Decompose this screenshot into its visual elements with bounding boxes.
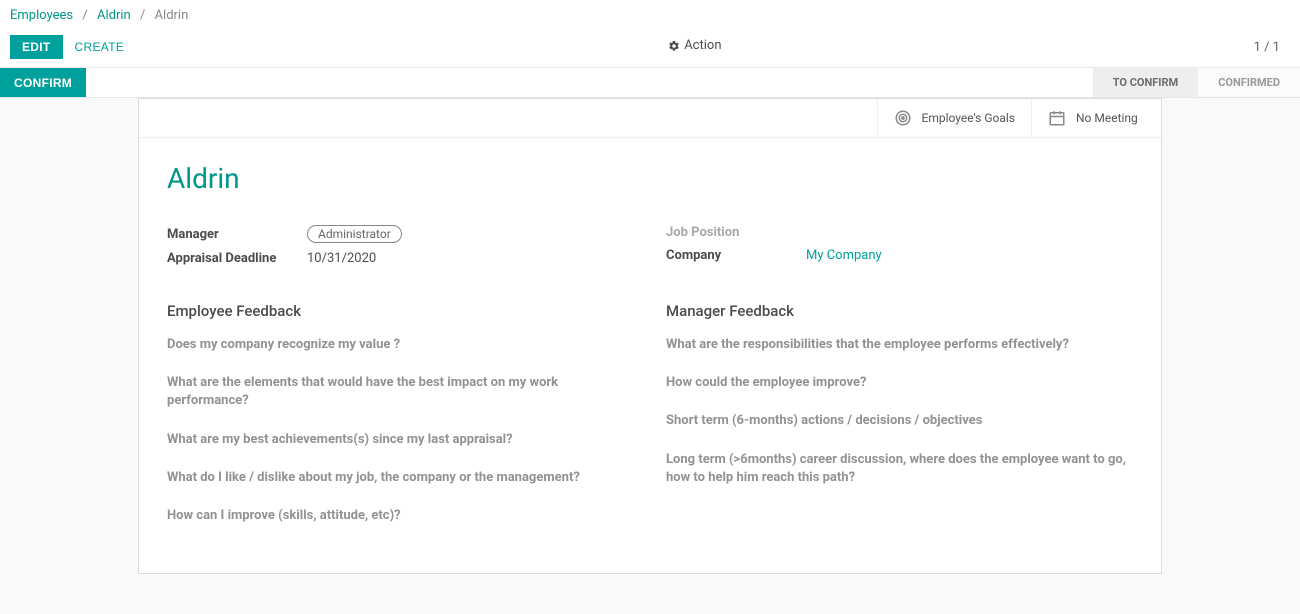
control-bar: EDIT CREATE Action 1 / 1 — [0, 27, 1300, 68]
breadcrumb-current: Aldrin — [155, 8, 189, 23]
employee-feedback-q3: What do I like / dislike about my job, t… — [167, 469, 634, 487]
employee-feedback-q4: How can I improve (skills, attitude, etc… — [167, 507, 634, 525]
deadline-label: Appraisal Deadline — [167, 251, 307, 266]
status-stages: TO CONFIRM CONFIRMED — [1093, 68, 1300, 97]
manager-feedback-col: Manager Feedback What are the responsibi… — [666, 302, 1133, 545]
calendar-icon — [1048, 109, 1066, 127]
stat-label: No Meeting — [1076, 111, 1138, 125]
feedback-row: Employee Feedback Does my company recogn… — [167, 302, 1133, 545]
employee-feedback-q1: What are the elements that would have th… — [167, 374, 634, 410]
create-button[interactable]: CREATE — [63, 35, 137, 59]
record-title: Aldrin — [167, 162, 1133, 195]
deadline-value: 10/31/2020 — [307, 251, 376, 266]
company-label: Company — [666, 248, 806, 263]
status-spacer — [86, 68, 1093, 97]
breadcrumb-separator: / — [140, 8, 145, 23]
confirm-button[interactable]: CONFIRM — [0, 68, 86, 97]
action-center: Action — [136, 38, 1253, 56]
status-bar: CONFIRM TO CONFIRM CONFIRMED — [0, 68, 1300, 98]
button-box: Employee's Goals No Meeting — [139, 99, 1161, 138]
target-icon — [894, 109, 912, 127]
breadcrumb-mid[interactable]: Aldrin — [97, 8, 131, 23]
manager-feedback-q1: How could the employee improve? — [666, 374, 1133, 392]
company-value[interactable]: My Company — [806, 248, 882, 263]
stat-label: Employee's Goals — [922, 111, 1015, 125]
field-group-left: Manager Administrator Appraisal Deadline… — [167, 225, 634, 274]
employee-feedback-q0: Does my company recognize my value ? — [167, 336, 634, 354]
field-deadline: Appraisal Deadline 10/31/2020 — [167, 251, 634, 266]
manager-feedback-title: Manager Feedback — [666, 302, 1133, 320]
field-position: Job Position — [666, 225, 1133, 240]
breadcrumb-root[interactable]: Employees — [10, 8, 73, 23]
position-label: Job Position — [666, 225, 806, 240]
action-dropdown[interactable]: Action — [668, 38, 721, 53]
manager-value[interactable]: Administrator — [307, 225, 402, 243]
sheet-body: Aldrin Manager Administrator Appraisal D… — [139, 138, 1161, 573]
employee-feedback-col: Employee Feedback Does my company recogn… — [167, 302, 634, 545]
breadcrumb-separator: / — [82, 8, 87, 23]
form-sheet: Employee's Goals No Meeting Aldrin Manag… — [138, 98, 1162, 574]
field-group-right: Job Position Company My Company — [666, 225, 1133, 274]
field-company: Company My Company — [666, 248, 1133, 263]
employee-feedback-title: Employee Feedback — [167, 302, 634, 320]
action-label: Action — [684, 38, 721, 53]
gear-icon — [668, 40, 680, 52]
edit-button[interactable]: EDIT — [10, 35, 63, 59]
manager-feedback-q0: What are the responsibilities that the e… — [666, 336, 1133, 354]
manager-feedback-q3: Long term (>6months) career discussion, … — [666, 451, 1133, 487]
page-wrap: Employee's Goals No Meeting Aldrin Manag… — [0, 98, 1300, 614]
employee-feedback-q2: What are my best achievements(s) since m… — [167, 431, 634, 449]
breadcrumb: Employees / Aldrin / Aldrin — [0, 0, 1300, 27]
employees-goals-button[interactable]: Employee's Goals — [877, 99, 1031, 137]
field-manager: Manager Administrator — [167, 225, 634, 243]
no-meeting-button[interactable]: No Meeting — [1031, 99, 1161, 137]
fields-row: Manager Administrator Appraisal Deadline… — [167, 225, 1133, 274]
stage-to-confirm[interactable]: TO CONFIRM — [1093, 68, 1198, 97]
manager-feedback-q2: Short term (6-months) actions / decision… — [666, 412, 1133, 430]
stage-confirmed[interactable]: CONFIRMED — [1198, 68, 1300, 97]
manager-label: Manager — [167, 227, 307, 242]
pager[interactable]: 1 / 1 — [1254, 40, 1290, 55]
